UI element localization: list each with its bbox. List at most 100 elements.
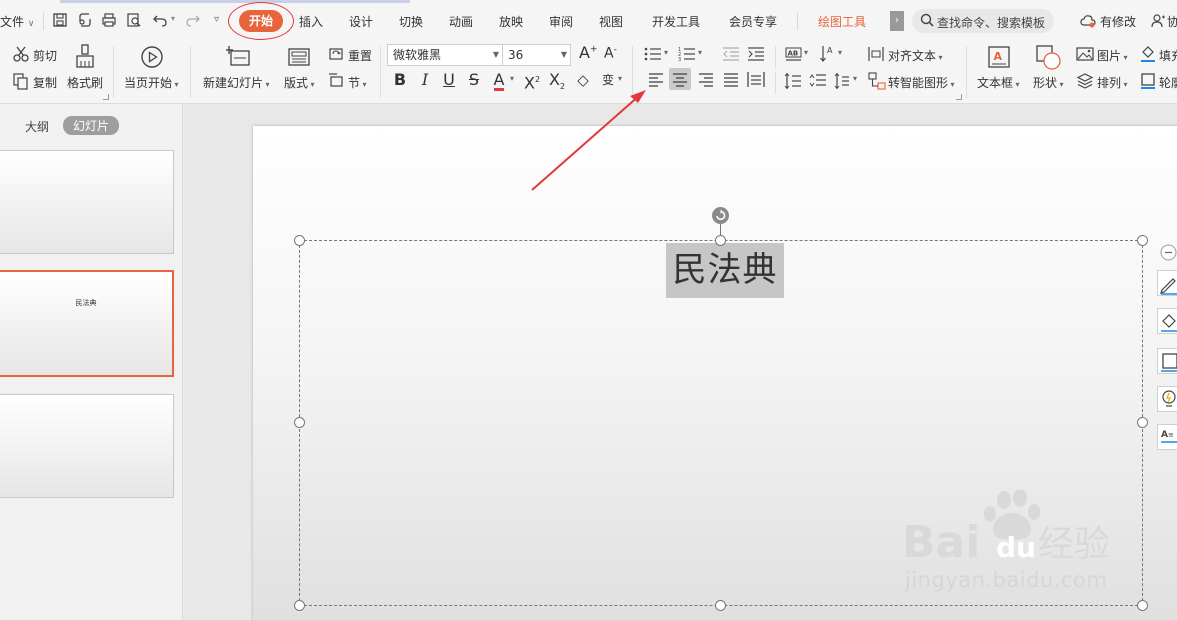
- smart-suggest-button[interactable]: [1157, 386, 1177, 412]
- file-menu[interactable]: 文件 ∨: [0, 13, 34, 30]
- text-effects-button[interactable]: A ≡: [1157, 424, 1177, 450]
- outline-icon[interactable]: [1140, 72, 1156, 90]
- copy-button[interactable]: 复制: [33, 74, 57, 91]
- arrange-icon[interactable]: [1076, 72, 1094, 90]
- strikethrough-icon[interactable]: S: [464, 70, 484, 90]
- command-search-box[interactable]: 查找命令、搜索模板: [912, 9, 1054, 33]
- new-slide-button[interactable]: 新建幻灯片 ▾: [203, 74, 270, 91]
- text-box-icon[interactable]: A: [987, 45, 1011, 69]
- dropdown-arrow-icon[interactable]: ▾: [664, 48, 668, 57]
- resize-handle-left[interactable]: [294, 417, 305, 428]
- clipboard-dialog-launcher[interactable]: [103, 94, 109, 100]
- resize-handle-bottom-left[interactable]: [294, 600, 305, 611]
- text-direction-icon[interactable]: AB: [785, 46, 803, 62]
- shapes-button[interactable]: 形状 ▾: [1033, 74, 1064, 91]
- tab-review[interactable]: 审阅: [549, 13, 573, 30]
- font-size-select[interactable]: 36 ▼: [502, 44, 571, 66]
- font-color-icon[interactable]: A: [489, 70, 509, 91]
- align-left-icon[interactable]: [645, 68, 667, 90]
- paragraph-spacing-icon[interactable]: [809, 72, 827, 90]
- tab-view[interactable]: 视图: [599, 13, 623, 30]
- fill-icon[interactable]: [1140, 45, 1156, 63]
- superscript-icon[interactable]: X2: [522, 70, 542, 92]
- undo-icon[interactable]: [152, 12, 168, 28]
- resize-handle-bottom-right[interactable]: [1137, 600, 1148, 611]
- paragraph-dialog-launcher[interactable]: [956, 94, 962, 100]
- dropdown-arrow-icon[interactable]: ▾: [838, 48, 842, 57]
- bold-icon[interactable]: B: [390, 70, 410, 90]
- line-spacing-icon[interactable]: [784, 72, 802, 90]
- resize-handle-top[interactable]: [715, 235, 726, 246]
- text-box-button[interactable]: 文本框 ▾: [977, 74, 1020, 91]
- resize-handle-right[interactable]: [1137, 417, 1148, 428]
- undo-dropdown-icon[interactable]: ▾: [171, 14, 175, 23]
- play-icon[interactable]: [140, 45, 164, 69]
- align-center-button[interactable]: [669, 68, 691, 90]
- column-spacing-icon[interactable]: [834, 72, 852, 90]
- decrease-font-size-icon[interactable]: A-: [604, 45, 617, 62]
- decrease-indent-icon[interactable]: [722, 46, 740, 62]
- clear-format-icon[interactable]: ◇: [573, 70, 593, 90]
- layout-icon[interactable]: [287, 47, 311, 67]
- redo-icon[interactable]: [185, 12, 201, 28]
- phonetic-guide-icon[interactable]: 变: [598, 70, 618, 90]
- resize-handle-bottom[interactable]: [715, 600, 726, 611]
- tab-insert[interactable]: 插入: [299, 13, 323, 30]
- more-tabs-button[interactable]: ›: [890, 11, 904, 31]
- fill-button[interactable]: 填充: [1159, 47, 1177, 64]
- dropdown-arrow-icon[interactable]: ▾: [510, 74, 514, 83]
- font-name-select[interactable]: 微软雅黑 ▼: [387, 44, 503, 66]
- bullet-list-icon[interactable]: [644, 46, 662, 62]
- dropdown-arrow-icon[interactable]: ▾: [853, 74, 857, 83]
- print-preview-icon[interactable]: [126, 12, 142, 28]
- align-text-button[interactable]: 对齐文本 ▾: [888, 47, 943, 64]
- justify-icon[interactable]: [720, 68, 742, 90]
- resize-handle-top-right[interactable]: [1137, 235, 1148, 246]
- numbered-list-icon[interactable]: 123: [678, 46, 696, 62]
- collaborate-icon[interactable]: [1150, 13, 1166, 29]
- copy-icon[interactable]: [12, 72, 30, 90]
- section-icon[interactable]: [328, 72, 344, 88]
- save-icon[interactable]: [52, 12, 68, 28]
- shape-style-button[interactable]: [1157, 270, 1177, 296]
- tab-animations[interactable]: 动画: [449, 13, 473, 30]
- align-text-icon[interactable]: [868, 46, 884, 62]
- increase-indent-icon[interactable]: [747, 46, 765, 62]
- slide-thumbnail-1[interactable]: [0, 150, 174, 254]
- picture-button[interactable]: 图片 ▾: [1097, 47, 1128, 64]
- increase-font-size-icon[interactable]: A+: [579, 43, 598, 62]
- collaborate-label[interactable]: 协: [1167, 13, 1177, 30]
- format-painter-button[interactable]: 格式刷: [67, 74, 103, 91]
- arrange-button[interactable]: 排列 ▾: [1097, 74, 1128, 91]
- smartart-icon[interactable]: [868, 72, 886, 90]
- subscript-icon[interactable]: X2: [547, 70, 567, 91]
- export-icon[interactable]: [77, 12, 93, 28]
- section-button[interactable]: 节 ▾: [348, 74, 367, 91]
- print-icon[interactable]: [101, 12, 117, 28]
- reset-icon[interactable]: [328, 46, 344, 62]
- distribute-icon[interactable]: [745, 68, 767, 90]
- tab-transitions[interactable]: 切换: [399, 13, 423, 30]
- layout-button[interactable]: 版式 ▾: [284, 74, 315, 91]
- resize-handle-top-left[interactable]: [294, 235, 305, 246]
- reset-button[interactable]: 重置: [348, 47, 372, 64]
- tab-slides[interactable]: 幻灯片: [63, 116, 120, 135]
- dropdown-arrow-icon[interactable]: ▾: [618, 74, 622, 83]
- play-from-current-button[interactable]: 当页开始 ▾: [124, 74, 179, 91]
- has-changes-label[interactable]: 有修改: [1100, 13, 1136, 30]
- slide-thumbnail-3[interactable]: [0, 394, 174, 498]
- tab-slideshow[interactable]: 放映: [499, 13, 523, 30]
- underline-icon[interactable]: U: [439, 70, 459, 90]
- cloud-sync-icon[interactable]: [1080, 13, 1096, 29]
- picture-icon[interactable]: [1076, 47, 1094, 61]
- cut-button[interactable]: 剪切: [33, 47, 57, 64]
- dropdown-arrow-icon[interactable]: ▾: [804, 48, 808, 57]
- italic-icon[interactable]: I: [415, 70, 435, 90]
- new-slide-icon[interactable]: [226, 45, 250, 67]
- dropdown-arrow-icon[interactable]: ▾: [698, 48, 702, 57]
- scissors-icon[interactable]: [12, 45, 30, 63]
- shape-fill-button[interactable]: [1157, 308, 1177, 334]
- tab-membership[interactable]: 会员专享: [729, 13, 777, 30]
- convert-smartart-button[interactable]: 转智能图形 ▾: [888, 74, 955, 91]
- collapse-toolbar-icon[interactable]: [1160, 244, 1177, 261]
